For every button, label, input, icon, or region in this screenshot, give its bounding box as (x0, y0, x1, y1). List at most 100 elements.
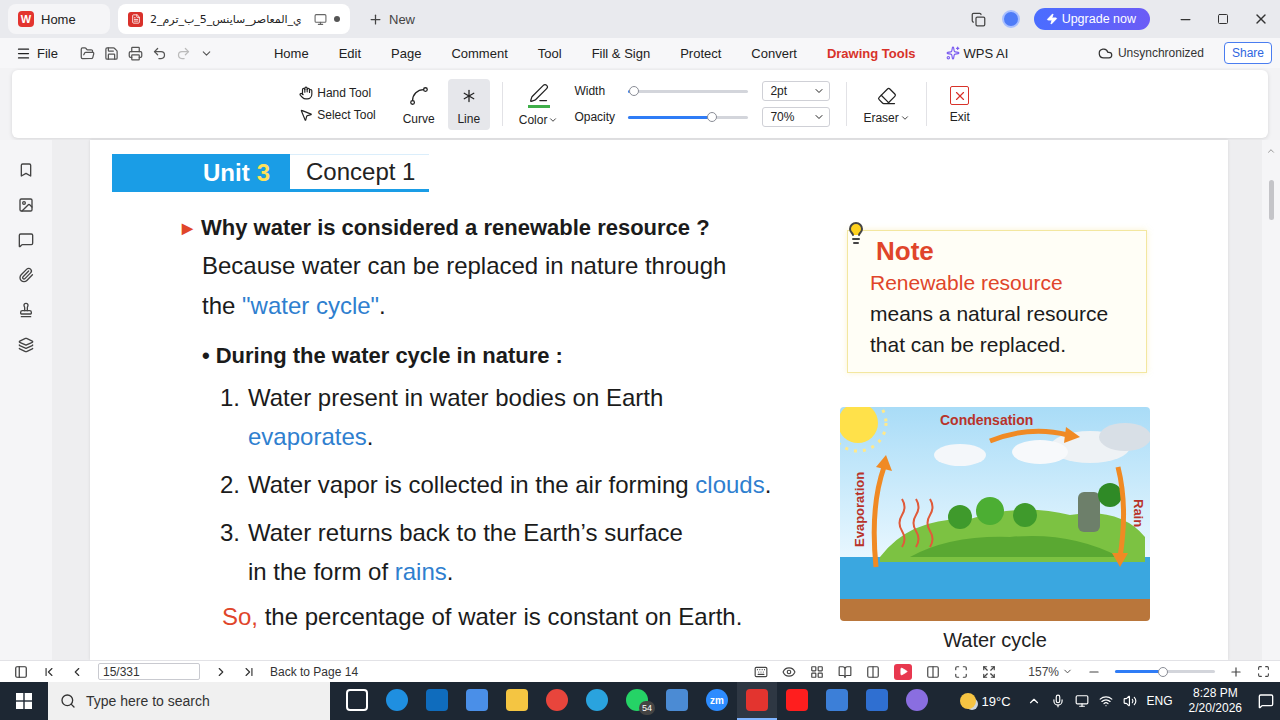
menu-tab[interactable]: Convert (736, 46, 812, 61)
value-dropdown[interactable]: 2pt (762, 81, 830, 101)
eye-icon[interactable] (782, 665, 796, 679)
volume-icon[interactable] (1123, 694, 1137, 708)
next-page-icon[interactable] (214, 665, 228, 679)
tool-button[interactable]: Hand Tool (299, 86, 375, 100)
maximize-button[interactable] (1204, 0, 1242, 38)
taskbar-app[interactable] (857, 682, 897, 720)
page-input[interactable]: 15/331 (98, 663, 200, 680)
reading-icon[interactable] (926, 665, 940, 679)
taskbar-app[interactable] (817, 682, 857, 720)
layout-icon[interactable] (810, 665, 824, 679)
stamp-icon[interactable] (18, 302, 34, 318)
taskbar-app[interactable] (537, 682, 577, 720)
taskbar-app[interactable] (657, 682, 697, 720)
taskbar-app[interactable] (457, 682, 497, 720)
value-dropdown[interactable]: 70% (762, 107, 830, 127)
taskbar-app[interactable]: 54 (617, 682, 657, 720)
menu-tab[interactable]: Page (376, 46, 436, 61)
taskbar-app[interactable] (497, 682, 537, 720)
play-button[interactable] (894, 664, 912, 680)
share-button[interactable]: Share (1224, 42, 1272, 64)
zoom-in-icon[interactable] (1229, 665, 1243, 679)
display-icon[interactable] (1075, 694, 1089, 708)
taskbar-app[interactable] (777, 682, 817, 720)
open-icon[interactable] (80, 46, 95, 61)
scroll-thumb[interactable] (1269, 180, 1274, 220)
notification-icon[interactable] (1258, 693, 1274, 709)
comment-icon[interactable] (18, 232, 34, 248)
menu-tab[interactable]: Protect (665, 46, 736, 61)
language[interactable]: ENG (1147, 694, 1173, 708)
taskbar-app[interactable] (577, 682, 617, 720)
thumbnails-icon[interactable] (18, 197, 34, 213)
sync-status[interactable]: Unsynchronized (1098, 46, 1204, 61)
save-icon[interactable] (104, 46, 119, 61)
menu-tab[interactable]: WPS AI (931, 46, 1024, 61)
keyboard-icon[interactable] (754, 665, 768, 679)
exit-button[interactable]: Exit (939, 80, 981, 128)
bookmark-icon[interactable] (18, 162, 34, 178)
chevron-down-icon[interactable] (200, 47, 213, 60)
shape-button[interactable]: Line (448, 79, 490, 130)
window-tab[interactable]: ي_المعاصر_ساينس_5_ب_ترم_2 (118, 4, 350, 34)
eraser-button[interactable]: Eraser (859, 80, 913, 129)
single-page-icon[interactable] (838, 665, 852, 679)
first-page-icon[interactable] (42, 665, 56, 679)
back-to-page[interactable]: Back to Page 14 (270, 665, 358, 679)
two-page-icon[interactable] (866, 665, 880, 679)
new-tab-button[interactable]: New (358, 12, 425, 27)
upgrade-button[interactable]: Upgrade now (1034, 8, 1150, 30)
slider-knob[interactable] (707, 112, 717, 122)
menu-tab[interactable]: Edit (324, 46, 376, 61)
menu-tab[interactable]: Fill & Sign (577, 46, 666, 61)
close-button[interactable] (1242, 0, 1280, 38)
fit-icon[interactable] (954, 665, 968, 679)
file-menu[interactable]: File (16, 46, 58, 61)
panel-icon[interactable] (14, 665, 28, 679)
menu-tab[interactable]: Tool (523, 46, 577, 61)
window-tab[interactable]: WHome (8, 4, 110, 34)
color-button[interactable]: Color (515, 77, 563, 131)
scroll-up-icon[interactable] (1266, 146, 1276, 156)
slider-track[interactable] (628, 90, 748, 93)
fit-width-icon[interactable] (982, 665, 996, 679)
taskbar-app[interactable] (417, 682, 457, 720)
taskbar-app[interactable] (737, 682, 777, 720)
shape-button[interactable]: Curve (398, 79, 440, 130)
menu-tab[interactable]: Drawing Tools (812, 46, 931, 61)
microphone-icon[interactable] (1051, 694, 1065, 708)
clock[interactable]: 8:28 PM2/20/2026 (1189, 686, 1242, 716)
taskbar-app[interactable]: zm (697, 682, 737, 720)
taskbar-app[interactable] (337, 682, 377, 720)
tray-expand-icon[interactable] (1027, 694, 1041, 708)
fullscreen-icon[interactable] (1257, 665, 1270, 678)
highlight-text: rains (395, 558, 447, 585)
taskbar-app[interactable] (377, 682, 417, 720)
window-layout-icon[interactable] (971, 12, 986, 27)
start-button[interactable] (0, 682, 48, 720)
menu-tab[interactable]: Comment (436, 46, 522, 61)
slider-track[interactable] (628, 116, 748, 119)
attachment-icon[interactable] (18, 267, 34, 283)
tool-button[interactable]: Select Tool (299, 108, 375, 122)
print-icon[interactable] (128, 46, 143, 61)
avatar-icon[interactable] (1002, 10, 1020, 28)
minimize-button[interactable] (1166, 0, 1204, 38)
chevron-down-icon (548, 115, 558, 125)
slider-knob[interactable] (629, 86, 639, 96)
zoom-out-icon[interactable] (1087, 665, 1101, 679)
menu-tab[interactable]: Home (259, 46, 324, 61)
zoom-select[interactable]: 157% (1028, 665, 1073, 679)
taskbar-app[interactable] (897, 682, 937, 720)
scrollbar[interactable] (1262, 140, 1280, 660)
previous-page-icon[interactable] (70, 665, 84, 679)
redo-icon[interactable] (176, 46, 191, 61)
last-page-icon[interactable] (242, 665, 256, 679)
zoom-slider[interactable] (1115, 670, 1215, 673)
zoom-knob[interactable] (1158, 667, 1168, 677)
weather[interactable]: 19°C (960, 693, 1011, 709)
wifi-icon[interactable] (1099, 694, 1113, 708)
taskbar-search[interactable]: Type here to search (48, 682, 330, 720)
undo-icon[interactable] (152, 46, 167, 61)
layers-icon[interactable] (18, 337, 34, 353)
